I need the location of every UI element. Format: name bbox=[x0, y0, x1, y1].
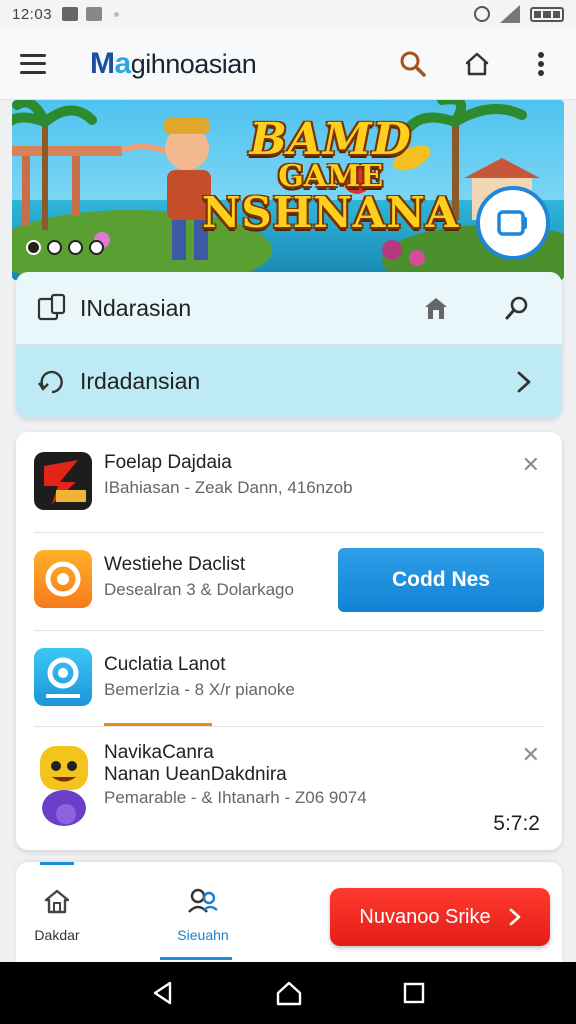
list-item-title: NavikaCanra bbox=[104, 742, 214, 763]
carousel-indicator[interactable] bbox=[26, 240, 104, 255]
logo-letter-m: M bbox=[90, 46, 115, 80]
quick-nav-card: INdarasian Irdadansian bbox=[16, 272, 562, 418]
promo-banner[interactable]: BAMD GAME NSHNANA bbox=[12, 100, 564, 280]
carousel-dot[interactable] bbox=[47, 240, 62, 255]
quick-nav-row-1-label: INdarasian bbox=[80, 294, 192, 321]
chevron-right-icon[interactable] bbox=[516, 370, 532, 394]
status-bar: 12:03 bbox=[0, 0, 576, 28]
list-item-subtitle: Pemarable - & Ihtanarh - Z06 9074 bbox=[104, 788, 367, 807]
primary-action-button[interactable]: Codd Nes bbox=[338, 548, 544, 612]
list-item-title: Cuclatia Lanot bbox=[104, 654, 226, 675]
devices-icon bbox=[37, 293, 66, 321]
notification-icon-2 bbox=[86, 7, 103, 21]
tab-search[interactable]: Sieuahn bbox=[160, 886, 246, 943]
tab-home-label: Dakdar bbox=[34, 927, 80, 943]
banner-title-line1: BAMD bbox=[249, 114, 412, 165]
selected-tab-underline bbox=[160, 957, 232, 960]
active-tab-indicator bbox=[40, 862, 74, 865]
banner-title-line3: NSHNANA bbox=[202, 188, 460, 237]
carousel-dot[interactable] bbox=[68, 240, 83, 255]
list-item-title: Westiehe Daclist bbox=[104, 554, 246, 575]
list-item-subtitle: Bemerlzia - 8 X/r pianoke bbox=[104, 680, 295, 699]
banner-title: BAMD GAME NSHNANA bbox=[202, 118, 459, 234]
list-item-subtitle: Desealran 3 & Dolarkago bbox=[104, 580, 294, 599]
chevron-right-icon bbox=[509, 908, 520, 926]
logo-wordmark: gihnoasian bbox=[130, 48, 257, 79]
tab-home[interactable]: Dakdar bbox=[16, 886, 98, 943]
score-label: 5:7:2 bbox=[493, 812, 540, 835]
home-icon bbox=[44, 889, 70, 914]
home-icon[interactable] bbox=[422, 294, 450, 322]
home-outline-icon[interactable] bbox=[462, 49, 492, 79]
list-item[interactable]: NavikaCanra Nanan UeanDakdnira Pemarable… bbox=[16, 726, 562, 850]
battery-icon bbox=[530, 6, 564, 22]
screen-icon bbox=[497, 210, 527, 236]
quick-nav-row-2[interactable]: Irdadansian bbox=[16, 345, 562, 418]
list-item[interactable]: Cuclatia Lanot Bemerlzia - 8 X/r pianoke bbox=[16, 630, 562, 726]
app-thumbnail bbox=[34, 452, 92, 510]
bottom-nav: Dakdar Sieuahn Nuvanoo Srike bbox=[16, 862, 562, 962]
search-icon[interactable] bbox=[398, 49, 428, 79]
system-navigation-bar bbox=[0, 962, 576, 1024]
list-item-title-secondary: Nanan UeanDakdnira bbox=[104, 764, 287, 785]
app-thumbnail bbox=[34, 744, 94, 828]
app-logo: Ma gihnoasian bbox=[90, 46, 257, 81]
primary-cta-button[interactable]: Nuvanoo Srike bbox=[330, 888, 550, 946]
app-thumbnail bbox=[34, 550, 92, 608]
list-item-subtitle: IBahiasan - Zeak Dann, 416nzob bbox=[104, 478, 353, 497]
app-list-card: Foelap Dajdaia IBahiasan - Zeak Dann, 41… bbox=[16, 432, 562, 850]
primary-cta-label: Nuvanoo Srike bbox=[359, 905, 491, 928]
recents-icon[interactable] bbox=[402, 981, 426, 1005]
quick-nav-row-1[interactable]: INdarasian bbox=[16, 272, 562, 345]
menu-icon[interactable] bbox=[20, 53, 46, 74]
app-bar: Ma gihnoasian bbox=[0, 28, 576, 100]
app-thumbnail bbox=[34, 648, 92, 706]
list-item-title: Foelap Dajdaia bbox=[104, 452, 232, 473]
alarm-icon bbox=[474, 6, 490, 22]
carousel-dot-active[interactable] bbox=[26, 240, 41, 255]
back-icon[interactable] bbox=[150, 980, 176, 1006]
people-icon bbox=[188, 888, 218, 913]
cast-button[interactable] bbox=[476, 186, 550, 260]
quick-nav-row-2-label: Irdadansian bbox=[80, 368, 201, 394]
more-options-icon[interactable] bbox=[526, 49, 556, 79]
signal-icon bbox=[500, 5, 520, 23]
logo-letter-a: a bbox=[114, 46, 132, 80]
home-button-icon[interactable] bbox=[275, 980, 303, 1006]
sync-icon bbox=[38, 370, 63, 393]
close-icon[interactable]: ✕ bbox=[522, 452, 540, 478]
tab-search-label: Sieuahn bbox=[177, 927, 229, 943]
notification-dot bbox=[114, 11, 120, 17]
carousel-dot[interactable] bbox=[89, 240, 104, 255]
search-icon[interactable] bbox=[504, 294, 532, 322]
close-icon[interactable]: ✕ bbox=[522, 742, 540, 768]
notification-icon bbox=[62, 7, 79, 21]
list-item[interactable]: Foelap Dajdaia IBahiasan - Zeak Dann, 41… bbox=[16, 432, 562, 532]
status-time: 12:03 bbox=[12, 5, 53, 23]
